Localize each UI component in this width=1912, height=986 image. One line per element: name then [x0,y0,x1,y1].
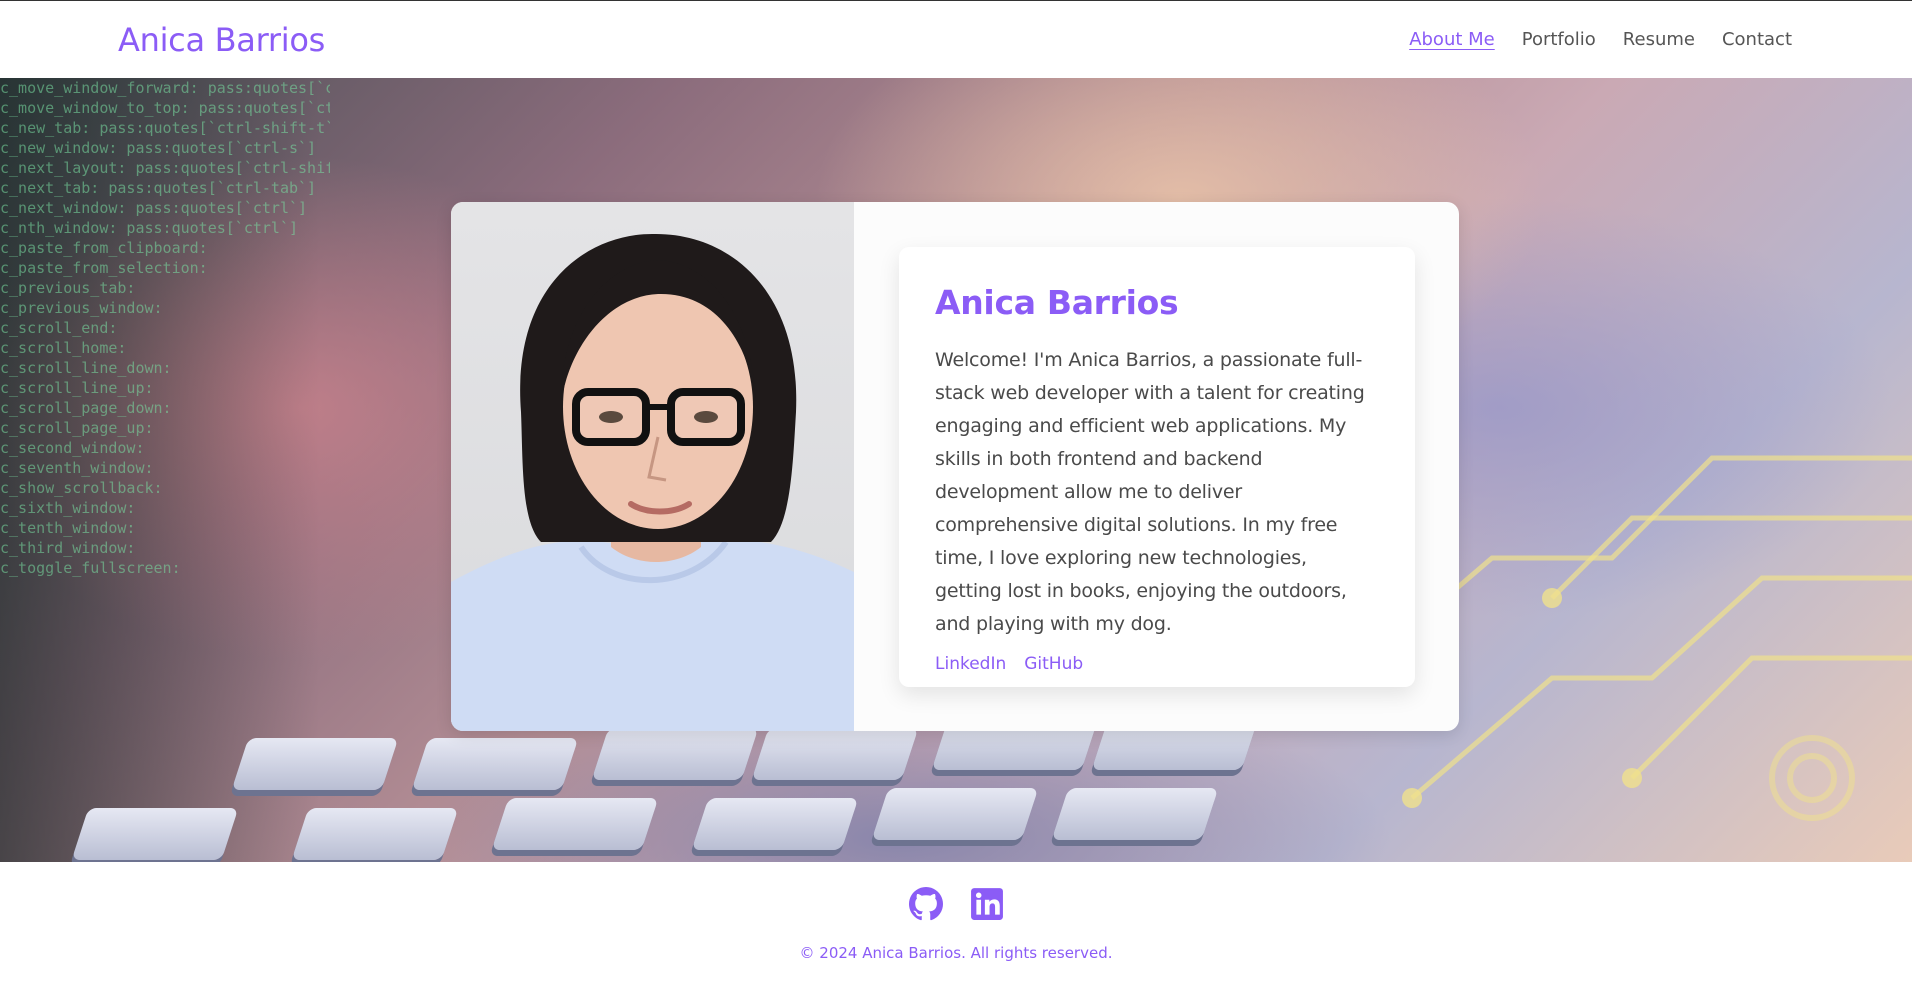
profile-links: LinkedIn GitHub [935,654,1379,674]
main-nav: About Me Portfolio Resume Contact [1409,29,1792,50]
linkedin-link[interactable]: LinkedIn [935,654,1006,674]
profile-bio: Welcome! I'm Anica Barrios, a passionate… [935,349,1365,635]
profile-photo [451,202,854,731]
nav-link-portfolio[interactable]: Portfolio [1522,29,1596,50]
nav-link-resume[interactable]: Resume [1623,29,1695,50]
about-panel: Anica Barrios Welcome! I'm Anica Barrios… [899,247,1415,687]
site-footer: © 2024 Anica Barrios. All rights reserve… [0,862,1912,986]
github-link[interactable]: GitHub [1024,654,1083,674]
copyright-text: © 2024 Anica Barrios. All rights reserve… [799,944,1113,962]
nav-link-contact[interactable]: Contact [1722,29,1792,50]
nav-link-about-me[interactable]: About Me [1409,29,1495,50]
site-brand[interactable]: Anica Barrios [118,21,325,59]
keyboard-graphic [0,718,1400,862]
profile-card: Anica Barrios Welcome! I'm Anica Barrios… [451,202,1459,731]
github-icon[interactable] [908,887,943,921]
profile-name: Anica Barrios [935,283,1179,322]
linkedin-icon[interactable] [970,887,1004,921]
social-links [0,887,1912,921]
site-header: Anica Barrios About Me Portfolio Resume … [0,0,1912,78]
